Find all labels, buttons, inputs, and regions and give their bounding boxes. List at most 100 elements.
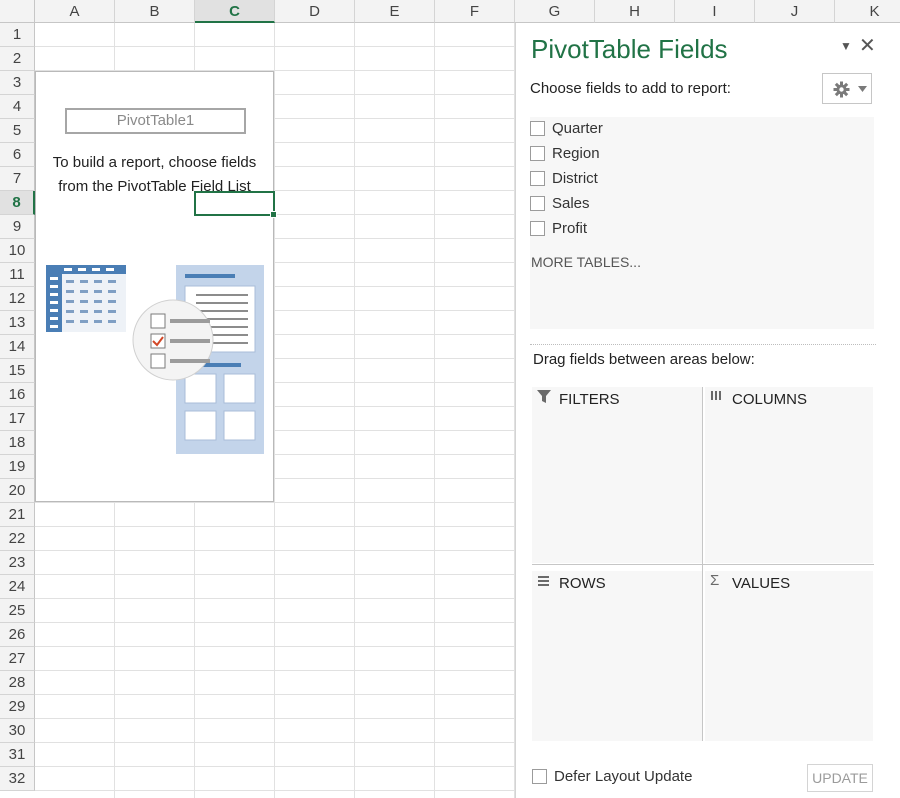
field-checkbox[interactable]: [530, 196, 545, 211]
defer-layout-label: Defer Layout Update: [554, 768, 693, 785]
gridline-vertical: [434, 23, 435, 798]
column-header-f[interactable]: F: [435, 0, 515, 23]
pivottable-illustration: [46, 265, 264, 454]
column-header-g[interactable]: G: [515, 0, 595, 23]
columns-icon: [711, 391, 721, 400]
filters-area[interactable]: FILTERS: [532, 387, 702, 563]
rows-label: ROWS: [559, 575, 606, 592]
row-header-26[interactable]: 26: [0, 623, 35, 647]
row-header-4[interactable]: 4: [0, 95, 35, 119]
column-header-i[interactable]: I: [675, 0, 755, 23]
field-label: Quarter: [552, 120, 603, 137]
row-header-16[interactable]: 16: [0, 383, 35, 407]
row-header-32[interactable]: 32: [0, 767, 35, 791]
columns-area-header: COLUMNS: [705, 387, 873, 409]
chevron-down-icon: [858, 86, 867, 92]
sigma-icon: Σ: [710, 572, 720, 589]
pivottable-name: PivotTable1: [65, 108, 246, 134]
row-header-31[interactable]: 31: [0, 743, 35, 767]
row-header-25[interactable]: 25: [0, 599, 35, 623]
row-header-12[interactable]: 12: [0, 287, 35, 311]
column-header-k[interactable]: K: [835, 0, 900, 23]
gridline-horizontal: [35, 550, 515, 551]
row-header-8[interactable]: 8: [0, 191, 35, 215]
pane-options-dropdown-icon[interactable]: ▼: [840, 39, 852, 53]
row-header-29[interactable]: 29: [0, 695, 35, 719]
filter-icon: [537, 390, 551, 403]
row-header-30[interactable]: 30: [0, 719, 35, 743]
row-header-17[interactable]: 17: [0, 407, 35, 431]
columns-area[interactable]: COLUMNS: [705, 387, 873, 563]
field-list-tools-button[interactable]: [822, 73, 872, 104]
gridline-horizontal: [35, 46, 515, 47]
pivottable-placeholder[interactable]: PivotTable1 To build a report, choose fi…: [35, 71, 274, 502]
row-header-2[interactable]: 2: [0, 47, 35, 71]
row-header-18[interactable]: 18: [0, 431, 35, 455]
filters-label: FILTERS: [559, 391, 620, 408]
row-header-19[interactable]: 19: [0, 455, 35, 479]
field-checkbox[interactable]: [530, 146, 545, 161]
field-label: Sales: [552, 195, 590, 212]
filters-area-header: FILTERS: [532, 387, 702, 409]
gridline-horizontal: [35, 646, 515, 647]
row-header-20[interactable]: 20: [0, 479, 35, 503]
field-checkbox[interactable]: [530, 171, 545, 186]
gridline-vertical: [354, 23, 355, 798]
row-header-7[interactable]: 7: [0, 167, 35, 191]
row-header-21[interactable]: 21: [0, 503, 35, 527]
gridline-horizontal: [35, 526, 515, 527]
row-header-9[interactable]: 9: [0, 215, 35, 239]
gridline-horizontal: [35, 766, 515, 767]
row-header-23[interactable]: 23: [0, 551, 35, 575]
gridline-horizontal: [35, 670, 515, 671]
instruction-line-1: To build a report, choose fields: [52, 154, 257, 171]
row-header-1[interactable]: 1: [0, 23, 35, 47]
column-header-h[interactable]: H: [595, 0, 675, 23]
row-header-6[interactable]: 6: [0, 143, 35, 167]
pivottable-fields-pane: PivotTable Fields ▼ ✕ Choose fields to a…: [515, 23, 900, 798]
active-cell-c8[interactable]: [194, 191, 277, 218]
values-area-header: Σ VALUES: [705, 571, 873, 593]
source-table-graphic: [46, 265, 126, 332]
field-label: Region: [552, 145, 600, 162]
row-header-13[interactable]: 13: [0, 311, 35, 335]
row-header-15[interactable]: 15: [0, 359, 35, 383]
row-header-22[interactable]: 22: [0, 527, 35, 551]
areas-horizontal-divider: [532, 564, 874, 565]
gridline-horizontal: [35, 622, 515, 623]
gear-icon: [833, 81, 850, 98]
row-header-24[interactable]: 24: [0, 575, 35, 599]
values-area[interactable]: Σ VALUES: [705, 571, 873, 741]
row-header-5[interactable]: 5: [0, 119, 35, 143]
rows-area[interactable]: ROWS: [532, 571, 702, 741]
defer-layout-checkbox[interactable]: [532, 769, 547, 784]
close-icon[interactable]: ✕: [859, 33, 876, 58]
gridline-horizontal: [35, 598, 515, 599]
column-header-d[interactable]: D: [275, 0, 355, 23]
column-header-a[interactable]: A: [35, 0, 115, 23]
row-header-27[interactable]: 27: [0, 647, 35, 671]
column-header-c[interactable]: C: [195, 0, 275, 23]
field-label: District: [552, 170, 598, 187]
row-header-10[interactable]: 10: [0, 239, 35, 263]
pane-title: PivotTable Fields: [531, 34, 728, 64]
column-header-j[interactable]: J: [755, 0, 835, 23]
select-all-corner[interactable]: [0, 0, 35, 23]
row-header-3[interactable]: 3: [0, 71, 35, 95]
column-header-e[interactable]: E: [355, 0, 435, 23]
gridline-vertical: [274, 23, 275, 798]
gridline-horizontal: [35, 502, 515, 503]
values-label: VALUES: [732, 575, 791, 592]
more-tables-link[interactable]: MORE TABLES...: [531, 254, 641, 270]
row-header-11[interactable]: 11: [0, 263, 35, 287]
field-checkbox[interactable]: [530, 121, 545, 136]
gridline-horizontal: [35, 574, 515, 575]
row-header-14[interactable]: 14: [0, 335, 35, 359]
update-button[interactable]: UPDATE: [807, 764, 873, 792]
column-header-b[interactable]: B: [115, 0, 195, 23]
row-header-28[interactable]: 28: [0, 671, 35, 695]
drag-fields-label: Drag fields between areas below:: [533, 351, 755, 368]
field-checkbox[interactable]: [530, 221, 545, 236]
choose-fields-label: Choose fields to add to report:: [530, 80, 731, 97]
gridline-horizontal: [35, 694, 515, 695]
